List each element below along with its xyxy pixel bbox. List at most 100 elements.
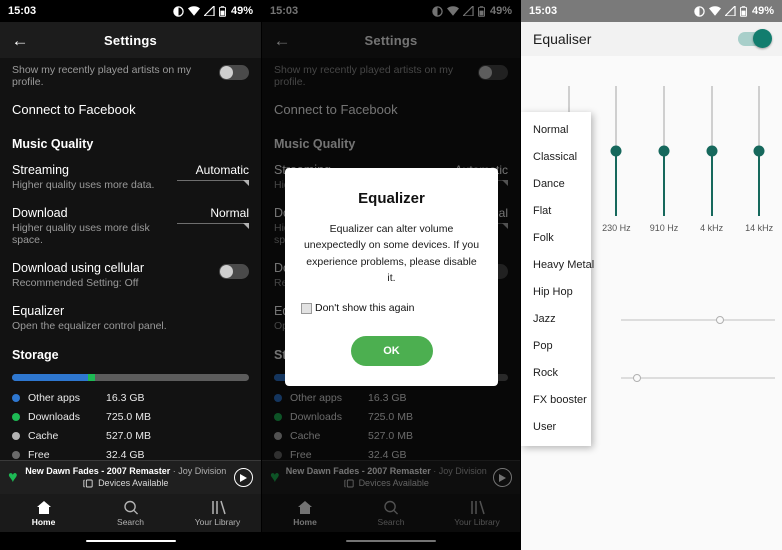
recently-played-row[interactable]: Show my recently played artists on my pr… [12, 58, 249, 102]
heart-icon[interactable]: ♥ [8, 469, 18, 487]
dropdown-item-flat[interactable]: Flat [521, 197, 591, 224]
band-thumb[interactable] [658, 145, 670, 157]
band-slider-4khz[interactable]: 4 kHz [692, 86, 732, 233]
panel-equalizer-dialog: 15:03 49% ← Settings Show my recently pl… [261, 0, 520, 550]
band-slider-910hz[interactable]: 910 Hz [644, 86, 684, 233]
band-thumb[interactable] [610, 145, 622, 157]
status-icons: 49% [173, 5, 253, 17]
dialog-ok-button[interactable]: OK [350, 336, 433, 367]
surround-track [621, 377, 775, 379]
surround-slider[interactable] [621, 371, 775, 385]
bass-boost-slider[interactable] [621, 313, 775, 327]
cellular-title: Download using cellular [12, 261, 145, 275]
dropdown-item-rock[interactable]: Rock [521, 359, 591, 386]
wifi-icon [187, 6, 200, 16]
nav-item-home[interactable]: Home [0, 500, 87, 527]
nav-label-your-library: Your Library [194, 516, 241, 527]
dropdown-item-heavy-metal[interactable]: Heavy Metal [521, 251, 594, 278]
surround-thumb[interactable] [633, 373, 642, 382]
gesture-bar[interactable] [85, 539, 176, 543]
equalizer-title: Equalizer [12, 304, 65, 318]
equaliser-title: Equaliser [533, 31, 592, 47]
band-slider-230hz[interactable]: 230 Hz [596, 86, 636, 233]
nav-label-search: Search [117, 516, 144, 527]
dropdown-item-folk[interactable]: Folk [521, 224, 591, 251]
dropdown-item-pop[interactable]: Pop [521, 332, 591, 359]
storage-seg-downloads [87, 374, 95, 381]
band-slider-14khz[interactable]: 14 kHz [739, 86, 779, 233]
home-icon [36, 500, 51, 514]
band-thumb[interactable] [753, 145, 765, 157]
storage-legend-item: Cache 527.0 MB [12, 430, 249, 442]
band-label-910hz: 910 Hz [649, 223, 679, 233]
band-fill [758, 151, 761, 216]
storage-usage-bar [12, 374, 249, 381]
setting-row-streaming[interactable]: Streaming Higher quality uses more data.… [12, 163, 249, 191]
track-artist: Joy Division [178, 466, 227, 477]
legend-value-other-apps: 16.3 GB [106, 392, 145, 404]
signal-icon [203, 6, 215, 16]
preset-dropdown-menu[interactable]: Normal Classical Dance Flat Folk Heavy M… [521, 112, 594, 446]
nav-label-home: Home [31, 516, 56, 527]
setting-row-download-cellular[interactable]: Download using cellular Recommended Sett… [12, 261, 249, 289]
storage-seg-other-apps [12, 374, 88, 381]
dropdown-item-normal[interactable]: Normal [521, 116, 591, 143]
now-playing-track: New Dawn Fades - 2007 Remaster · Joy Div… [18, 466, 235, 477]
band-thumb[interactable] [706, 145, 718, 157]
dnd-icon [694, 5, 705, 17]
now-playing-bar[interactable]: ♥ New Dawn Fades - 2007 Remaster · Joy D… [0, 460, 261, 494]
dropdown-item-dance[interactable]: Dance [521, 170, 591, 197]
nav-item-search[interactable]: Search [87, 500, 174, 527]
legend-label-cache: Cache [28, 430, 59, 442]
equaliser-body: 60 Hz 230 Hz 910 Hz [521, 56, 782, 550]
dropdown-item-fx-booster[interactable]: FX booster [521, 386, 591, 413]
band-track[interactable] [610, 86, 622, 216]
dont-show-again-row[interactable]: Don't show this again [301, 302, 482, 314]
status-icons: 49% [694, 5, 774, 17]
bass-boost-thumb[interactable] [716, 315, 725, 324]
streaming-subtitle: Higher quality uses more data. [12, 179, 155, 191]
nav-item-your-library[interactable]: Your Library [174, 500, 261, 527]
legend-label-other-apps: Other apps [28, 392, 80, 404]
battery-icon [219, 5, 226, 17]
band-track[interactable] [753, 86, 765, 216]
band-track[interactable] [706, 86, 718, 216]
status-bar: 15:03 49% [521, 0, 782, 22]
setting-row-equalizer[interactable]: Equalizer Open the equalizer control pan… [12, 304, 249, 332]
bass-boost-track [621, 319, 775, 321]
streaming-title: Streaming [12, 163, 69, 177]
band-fill [615, 151, 618, 216]
signal-icon [724, 6, 736, 16]
legend-value-downloads: 725.0 MB [106, 411, 151, 423]
connect-to-facebook-row[interactable]: Connect to Facebook [12, 102, 249, 117]
legend-dot-other-apps [12, 394, 20, 402]
panel-spotify-settings: 15:03 49% ← Settings Show my recently pl… [0, 0, 261, 550]
setting-row-download[interactable]: Download Higher quality uses more disk s… [12, 206, 249, 246]
settings-header: ← Settings [0, 22, 261, 58]
dropdown-item-hip-hop[interactable]: Hip Hop [521, 278, 591, 305]
equaliser-enable-switch[interactable] [738, 29, 772, 48]
battery-percent: 49% [230, 5, 253, 17]
streaming-quality-dropdown[interactable]: Automatic [177, 163, 249, 186]
recently-played-toggle[interactable] [219, 65, 249, 80]
cellular-toggle[interactable] [219, 264, 249, 279]
gesture-nav-area [0, 532, 261, 550]
legend-dot-cache [12, 432, 20, 440]
storage-legend-item: Downloads 725.0 MB [12, 411, 249, 423]
play-button[interactable] [234, 468, 253, 487]
devices-available-row[interactable]: Devices Available [18, 478, 235, 489]
dont-show-again-checkbox[interactable] [301, 302, 312, 314]
download-quality-dropdown[interactable]: Normal [177, 206, 249, 229]
storage-legend-item: Other apps 16.3 GB [12, 392, 249, 404]
legend-dot-downloads [12, 413, 20, 421]
recently-played-subtitle: Show my recently played artists on my pr… [12, 64, 192, 88]
dropdown-item-classical[interactable]: Classical [521, 143, 591, 170]
dropdown-item-user[interactable]: User [521, 413, 591, 440]
search-icon [123, 500, 138, 515]
bottom-navigation: Home Search Your Library [0, 494, 261, 532]
battery-icon [740, 5, 747, 17]
band-track[interactable] [658, 86, 670, 216]
section-storage: Storage [12, 348, 59, 362]
dropdown-item-jazz[interactable]: Jazz [521, 305, 591, 332]
panel-equaliser-app: 15:03 49% Equaliser 60 Hz [520, 0, 782, 550]
